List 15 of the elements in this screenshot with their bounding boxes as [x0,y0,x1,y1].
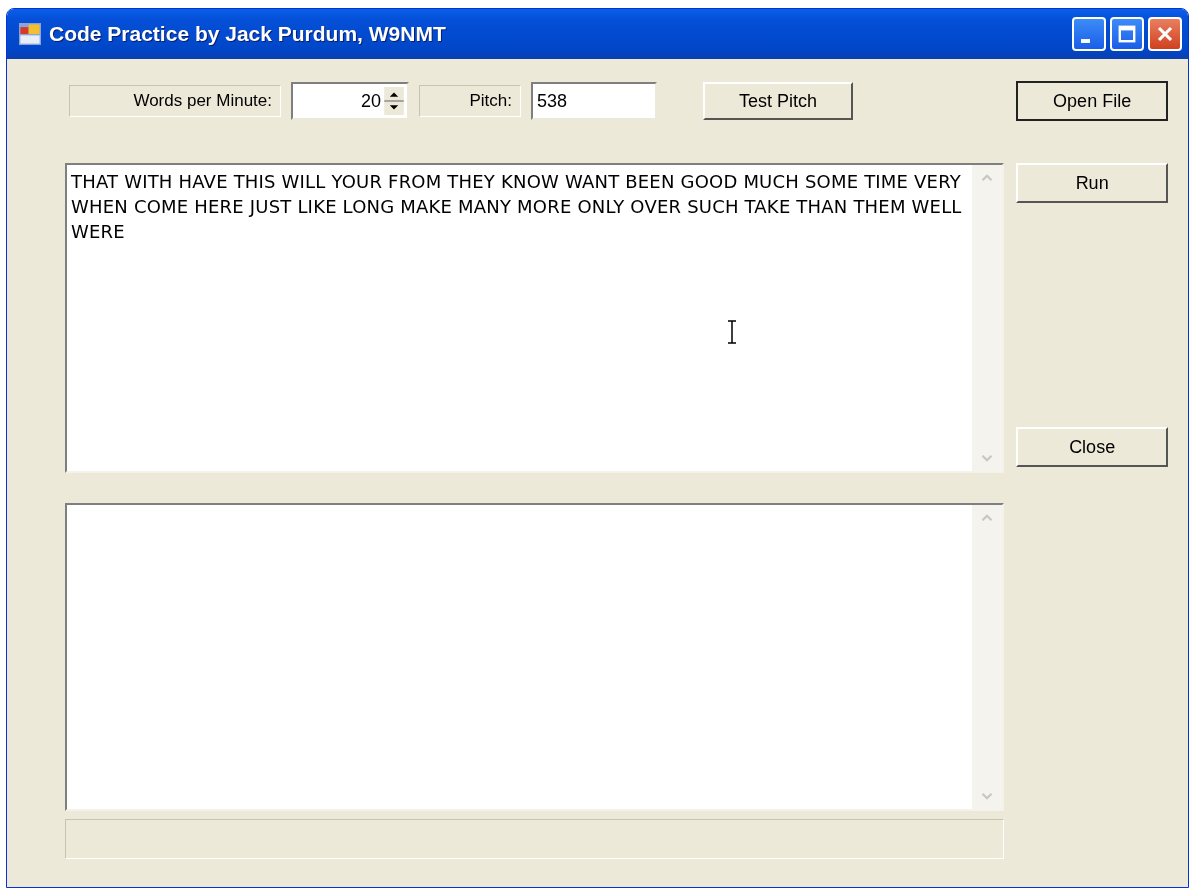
words-per-minute-spinner[interactable]: 20 [291,82,409,120]
minimize-button[interactable] [1072,17,1106,51]
test-pitch-button[interactable]: Test Pitch [703,82,853,120]
close-button[interactable] [1148,17,1182,51]
up-down-arrows-icon[interactable] [383,87,405,115]
maximize-button[interactable] [1110,17,1144,51]
pitch-label: Pitch: [419,85,521,117]
run-button[interactable]: Run [1016,163,1169,203]
window-title: Code Practice by Jack Purdum, W9NMT [49,22,447,46]
close-button[interactable]: Close [1016,427,1169,467]
app-icon[interactable] [19,23,41,45]
words-per-minute-label: Words per Minute: [69,85,281,117]
open-file-button[interactable]: Open File [1016,81,1169,121]
minimize-icon [1080,39,1090,43]
pitch-field[interactable]: 538 [531,82,657,120]
